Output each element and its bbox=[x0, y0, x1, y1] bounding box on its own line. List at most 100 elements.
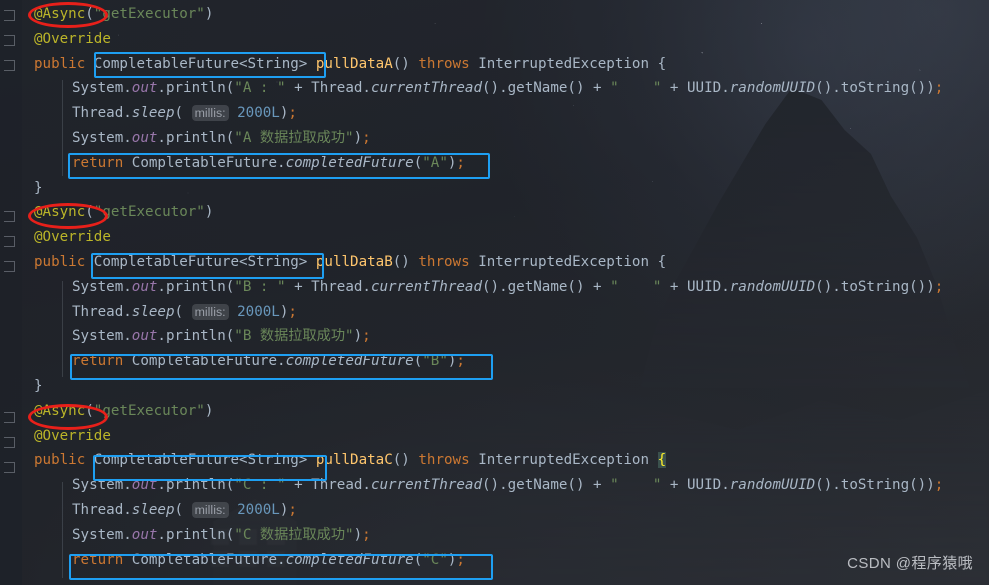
code-line[interactable]: Thread.sleep( millis: 2000L); bbox=[0, 498, 297, 523]
code-line[interactable]: public CompletableFuture<String> pullDat… bbox=[0, 448, 667, 473]
code-token: ; bbox=[934, 477, 944, 494]
code-token: Thread bbox=[311, 477, 363, 494]
code-token: "getExecutor" bbox=[93, 204, 205, 221]
code-token: () bbox=[392, 452, 419, 469]
code-token: ; bbox=[934, 278, 944, 295]
code-line[interactable]: } bbox=[0, 176, 43, 201]
code-token: + bbox=[661, 80, 688, 97]
code-token: ().getName() + bbox=[482, 477, 611, 494]
code-token: @Async bbox=[34, 6, 86, 22]
code-token: .println( bbox=[157, 130, 235, 146]
code-token: System bbox=[72, 278, 124, 295]
code-line[interactable]: return CompletableFuture.completedFuture… bbox=[0, 151, 465, 176]
code-line[interactable]: @Override bbox=[0, 225, 111, 250]
code-line[interactable]: @Async("getExecutor") bbox=[0, 2, 213, 27]
code-token: ) bbox=[204, 6, 214, 22]
code-token: Thread bbox=[72, 303, 124, 320]
csdn-watermark: CSDN @程序猿哦 bbox=[847, 555, 973, 572]
code-token: InterruptedException bbox=[478, 55, 658, 72]
code-line[interactable]: System.out.println("B 数据拉取成功"); bbox=[0, 324, 371, 349]
code-line[interactable]: return CompletableFuture.completedFuture… bbox=[0, 349, 465, 374]
code-token: { bbox=[657, 254, 667, 270]
code-line[interactable]: public CompletableFuture<String> pullDat… bbox=[0, 250, 666, 275]
code-line[interactable]: return CompletableFuture.completedFuture… bbox=[0, 548, 465, 573]
code-token: @Async bbox=[34, 204, 86, 221]
code-line[interactable]: @Async("getExecutor") bbox=[0, 200, 213, 225]
code-token: public bbox=[34, 452, 94, 469]
code-token: System bbox=[72, 328, 124, 345]
code-token: System bbox=[72, 526, 124, 543]
code-line[interactable]: public CompletableFuture<String> pullDat… bbox=[0, 52, 666, 77]
code-token: @Override bbox=[34, 229, 111, 246]
code-token: UUID bbox=[687, 278, 722, 295]
code-token: () bbox=[392, 55, 419, 72]
code-line[interactable]: Thread.sleep( millis: 2000L); bbox=[0, 300, 297, 325]
code-line[interactable]: System.out.println("B : " + Thread.curre… bbox=[0, 275, 943, 300]
code-token: randomUUID bbox=[729, 278, 816, 295]
code-token: { bbox=[657, 452, 667, 469]
code-token: "B" bbox=[422, 353, 448, 370]
code-token: . bbox=[123, 80, 132, 97]
code-token: ( bbox=[413, 154, 423, 171]
code-token: CompletableFuture<String> bbox=[93, 55, 316, 72]
code-token: + bbox=[285, 278, 312, 295]
code-token: ; bbox=[362, 526, 371, 543]
code-token: ( bbox=[413, 551, 423, 568]
code-token: millis: bbox=[191, 303, 229, 320]
code-token: ( bbox=[85, 402, 94, 419]
code-token: @Override bbox=[34, 30, 111, 47]
code-token: System bbox=[72, 477, 124, 494]
code-token: pullDataA bbox=[315, 55, 393, 72]
code-token: ; bbox=[362, 328, 371, 345]
code-token: } bbox=[34, 179, 43, 196]
code-token: + bbox=[661, 477, 688, 494]
code-token: UUID bbox=[687, 80, 722, 97]
code-token: ) bbox=[353, 526, 363, 543]
code-token: randomUUID bbox=[729, 477, 816, 494]
code-token: System bbox=[72, 130, 124, 146]
code-line[interactable]: Thread.sleep( millis: 2000L); bbox=[0, 101, 297, 126]
code-line[interactable]: } bbox=[0, 374, 43, 399]
code-token: return bbox=[72, 551, 132, 568]
code-token: ( bbox=[413, 353, 423, 370]
code-token: ( bbox=[174, 303, 192, 320]
code-token: . bbox=[721, 477, 730, 494]
code-token: ) bbox=[204, 204, 214, 221]
code-line[interactable]: @Override bbox=[0, 27, 111, 52]
code-token: .println( bbox=[157, 328, 235, 345]
code-line[interactable]: System.out.println("C 数据拉取成功"); bbox=[0, 523, 371, 548]
code-token: ().getName() + bbox=[482, 80, 611, 97]
code-token: " " bbox=[610, 477, 662, 494]
code-token: . bbox=[123, 105, 132, 122]
code-token: ; bbox=[288, 105, 297, 122]
code-token: "getExecutor" bbox=[93, 402, 205, 419]
code-line[interactable]: System.out.println("C : " + Thread.curre… bbox=[0, 473, 943, 498]
code-token: . bbox=[123, 526, 132, 543]
code-token: .println( bbox=[157, 278, 235, 295]
code-token: completedFuture bbox=[285, 154, 414, 171]
code-token: " " bbox=[610, 80, 662, 97]
code-token: ; bbox=[456, 154, 465, 171]
code-token: . bbox=[123, 502, 132, 518]
code-token: . bbox=[123, 328, 132, 345]
code-token: ( bbox=[174, 105, 192, 122]
code-line[interactable]: System.out.println("A 数据拉取成功"); bbox=[0, 126, 371, 151]
code-line[interactable]: System.out.println("A : " + Thread.curre… bbox=[0, 76, 943, 101]
code-line[interactable]: @Override bbox=[0, 424, 111, 449]
code-token: "B 数据拉取成功" bbox=[234, 328, 354, 345]
code-token: CompletableFuture<String> bbox=[93, 452, 316, 469]
code-token: pullDataC bbox=[315, 452, 393, 469]
code-token: out bbox=[131, 328, 158, 345]
code-editor-content[interactable]: @Async("getExecutor") @Override public Com… bbox=[0, 0, 989, 585]
code-line[interactable]: @Async("getExecutor") bbox=[0, 399, 213, 424]
code-token: ; bbox=[288, 303, 297, 320]
code-token: millis: bbox=[191, 502, 229, 518]
code-token: . bbox=[362, 80, 371, 97]
code-token: CompletableFuture bbox=[131, 551, 278, 568]
code-token: currentThread bbox=[370, 278, 483, 295]
code-token: CompletableFuture<String> bbox=[93, 254, 316, 270]
code-token: { bbox=[657, 55, 667, 72]
code-token: ().toString()) bbox=[815, 477, 935, 494]
